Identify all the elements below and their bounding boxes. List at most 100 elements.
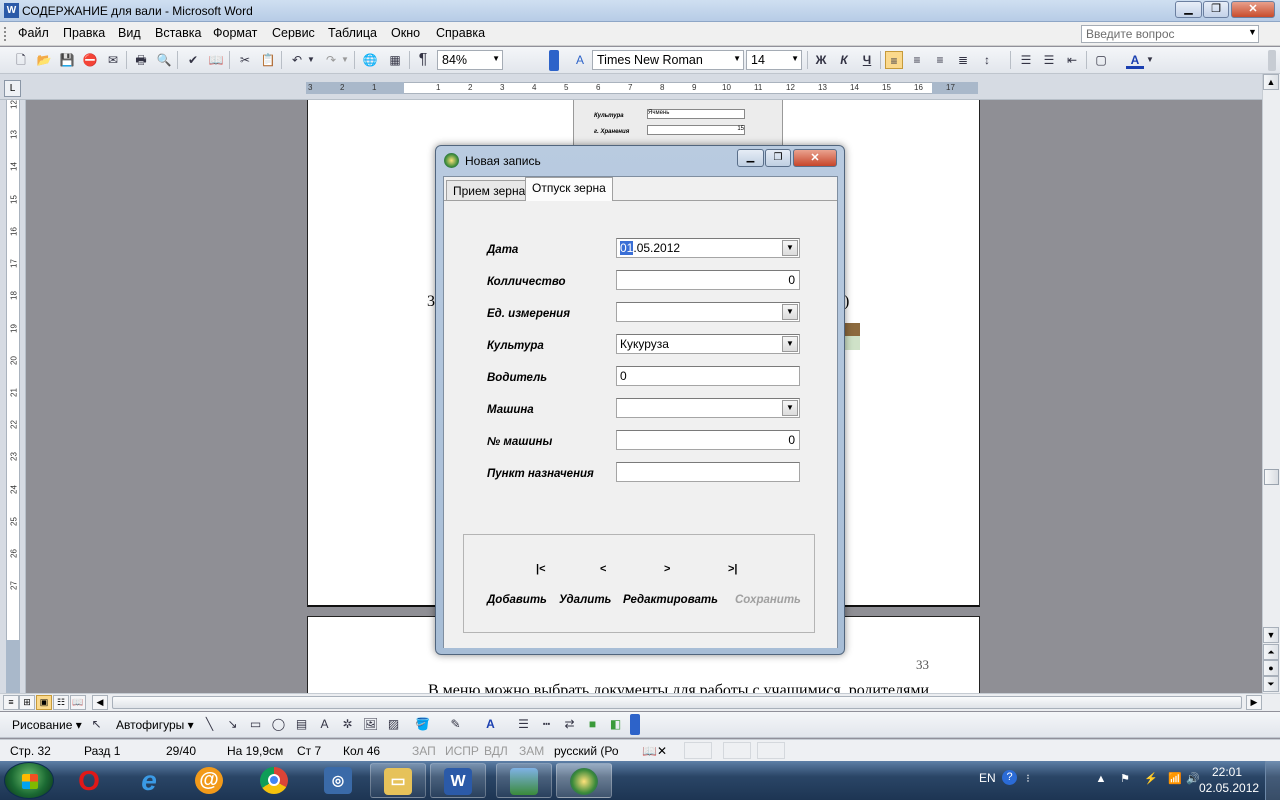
clip-art-icon[interactable]: 🖼 (362, 716, 379, 733)
tab-selector-icon[interactable]: L (4, 80, 21, 97)
next-record-button[interactable]: > (664, 563, 670, 575)
zoom-select[interactable]: 84% ▼ (437, 50, 503, 70)
chevron-down-icon[interactable]: ▼ (340, 51, 350, 69)
table-icon[interactable]: ▦ (386, 51, 404, 69)
close-button[interactable]: ✕ (1231, 1, 1275, 18)
scroll-up-icon[interactable]: ▲ (1263, 74, 1279, 90)
bold-button[interactable]: Ж (812, 51, 830, 69)
first-record-button[interactable]: |< (536, 563, 546, 575)
taskbar-grain-app[interactable] (556, 763, 612, 798)
arrow-icon[interactable]: ↘ (224, 716, 241, 733)
web-view-icon[interactable]: ⊞ (19, 695, 35, 710)
horizontal-scrollbar[interactable]: ≡ ⊞ ▣ ☷ 📖 ◀ ▶ (0, 693, 1280, 711)
taskbar-picture[interactable] (496, 763, 552, 798)
line-color-icon[interactable]: ✎ (447, 716, 464, 733)
maximize-button[interactable]: ❐ (1203, 1, 1229, 18)
help-icon[interactable]: ? (1002, 770, 1017, 785)
menu-grip-icon[interactable] (4, 27, 7, 41)
tab-grain-release[interactable]: Отпуск зерна (525, 177, 613, 201)
delete-button[interactable]: Удалить (559, 594, 611, 606)
underline-button[interactable]: Ч (858, 51, 876, 69)
open-folder-icon[interactable]: 📂 (35, 51, 53, 69)
hyperlink-icon[interactable]: 🌐 (361, 51, 379, 69)
tray-arrow-icon[interactable]: ⁝ (1022, 773, 1034, 785)
volume-icon[interactable]: 🔊 (1186, 773, 1200, 785)
taskbar-opera[interactable]: O (62, 763, 118, 798)
vehicle-number-input[interactable]: 0 (616, 430, 800, 450)
print-preview-icon[interactable]: 🔍 (155, 51, 173, 69)
last-record-button[interactable]: >| (728, 563, 738, 575)
menu-table[interactable]: Таблица (328, 26, 377, 40)
fill-color-icon[interactable]: 🪣 (414, 716, 431, 733)
menu-window[interactable]: Окно (391, 26, 420, 40)
clock-time[interactable]: 22:01 (1212, 765, 1242, 779)
show-formatting-icon[interactable]: ¶ (414, 51, 432, 69)
scroll-down-icon[interactable]: ▼ (1263, 627, 1279, 643)
toolbar-options-icon[interactable] (549, 50, 559, 71)
date-picker[interactable]: 01.05.2012 ▼ (616, 238, 800, 258)
status-record[interactable]: ЗАП (412, 744, 436, 758)
italic-button[interactable]: К (835, 51, 853, 69)
taskbar-app[interactable]: ◎ (311, 763, 367, 798)
taskbar-word[interactable]: W (430, 763, 486, 798)
word-app-icon[interactable]: W (4, 3, 19, 18)
network-icon[interactable]: 📶 (1168, 773, 1182, 785)
status-extend[interactable]: ВДЛ (484, 744, 508, 758)
toolbar-options-icon[interactable] (630, 714, 640, 735)
font-size-select[interactable]: 14 ▼ (746, 50, 802, 70)
minimize-button[interactable]: ▁ (1175, 1, 1202, 18)
styles-icon[interactable]: A (571, 51, 589, 69)
chevron-down-icon[interactable]: ▼ (1145, 51, 1155, 69)
spelling-status-icon[interactable]: 📖✕ (642, 744, 667, 758)
font-name-select[interactable]: Times New Roman ▼ (592, 50, 744, 70)
tab-grain-receipt[interactable]: Прием зерна (446, 180, 533, 200)
justify-icon[interactable]: ≣ (954, 51, 972, 69)
shadow-icon[interactable]: ■ (584, 716, 601, 733)
bulleted-list-icon[interactable]: ☰ (1040, 51, 1058, 69)
borders-icon[interactable]: ▢ (1092, 51, 1110, 69)
taskbar-chrome[interactable] (247, 763, 303, 798)
quantity-input[interactable]: 0 (616, 270, 800, 290)
select-objects-icon[interactable]: ↖ (88, 716, 105, 733)
status-overtype[interactable]: ЗАМ (519, 744, 544, 758)
taskbar-ie[interactable]: e (122, 763, 178, 798)
undo-icon[interactable]: ↶ (288, 51, 306, 69)
text-box-icon[interactable]: ▤ (293, 716, 310, 733)
redo-icon[interactable]: ↷ (322, 51, 340, 69)
chevron-down-icon[interactable]: ▼ (306, 51, 316, 69)
action-center-icon[interactable]: ⚑ (1119, 773, 1131, 785)
previous-page-icon[interactable]: ⏶ (1263, 644, 1279, 660)
add-button[interactable]: Добавить (487, 594, 547, 606)
language-indicator[interactable]: EN (979, 771, 996, 785)
rectangle-icon[interactable]: ▭ (247, 716, 264, 733)
align-left-icon[interactable]: ≡ (885, 51, 903, 69)
unit-select[interactable]: ▼ (616, 302, 800, 322)
show-desktop-button[interactable] (1265, 761, 1280, 800)
previous-record-button[interactable]: < (600, 563, 606, 575)
status-track-changes[interactable]: ИСПР (445, 744, 479, 758)
permission-icon[interactable]: ⛔ (81, 51, 99, 69)
minimize-button[interactable]: ▁ (737, 149, 764, 167)
align-center-icon[interactable]: ≡ (908, 51, 926, 69)
scroll-thumb[interactable] (112, 696, 1242, 709)
drawing-menu[interactable]: Рисование ▾ (12, 718, 82, 732)
crop-select[interactable]: Кукуруза ▼ (616, 334, 800, 354)
email-icon[interactable]: ✉ (104, 51, 122, 69)
menu-edit[interactable]: Правка (63, 26, 105, 40)
arrow-style-icon[interactable]: ⇄ (561, 716, 578, 733)
power-icon[interactable]: ⚡ (1144, 773, 1158, 785)
diagram-icon[interactable]: ✲ (339, 716, 356, 733)
destination-input[interactable] (616, 462, 800, 482)
line-icon[interactable]: ╲ (201, 716, 218, 733)
reading-view-icon[interactable]: 📖 (70, 695, 86, 710)
menu-format[interactable]: Формат (213, 26, 257, 40)
print-icon[interactable]: 🖶 (132, 51, 150, 69)
wordart-icon[interactable]: A (316, 716, 333, 733)
help-question-input[interactable]: Введите вопрос (1081, 25, 1259, 43)
scroll-right-icon[interactable]: ▶ (1246, 695, 1262, 710)
vehicle-select[interactable]: ▼ (616, 398, 800, 418)
taskbar-mail[interactable]: @ (182, 763, 238, 798)
driver-input[interactable]: 0 (616, 366, 800, 386)
show-hidden-icons-icon[interactable]: ▲ (1095, 773, 1107, 785)
line-style-icon[interactable]: ☰ (515, 716, 532, 733)
